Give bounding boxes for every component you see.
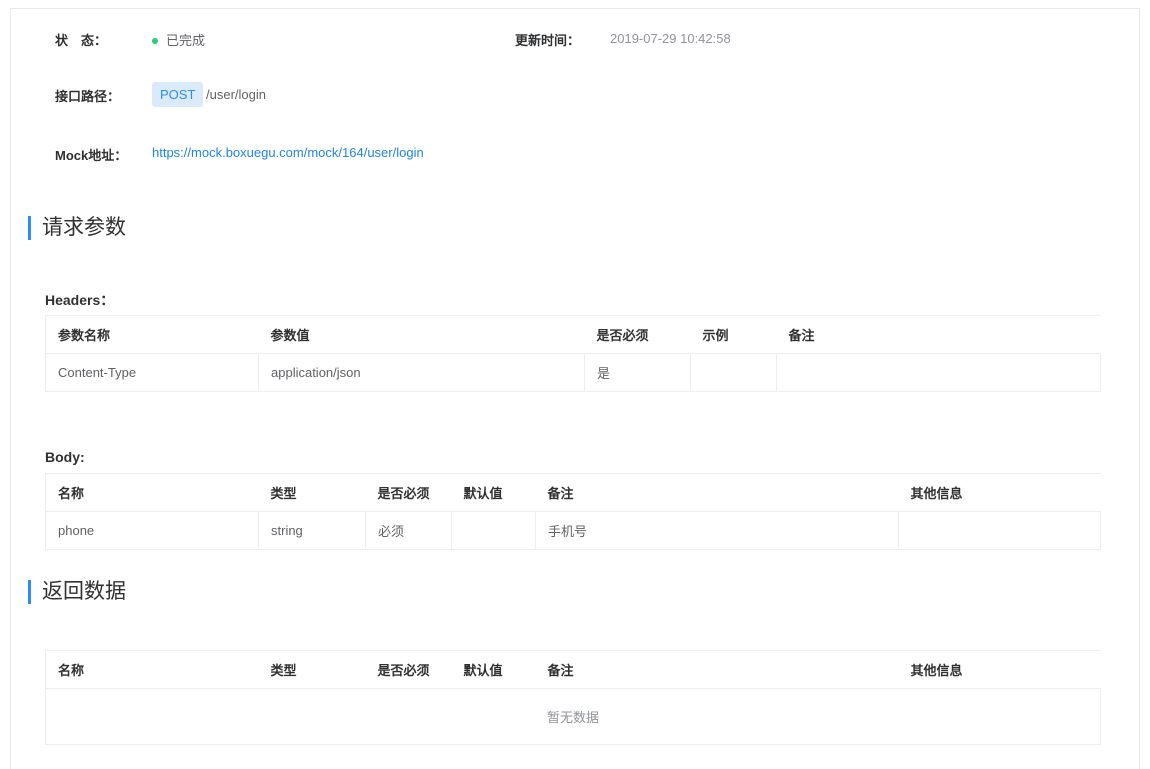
status-label: 状 态： — [55, 33, 108, 48]
table-cell — [690, 353, 777, 392]
table-header-row: 名称 类型 是否必须 默认值 备注 其他信息 — [45, 650, 1101, 689]
table-cell: 手机号 — [535, 511, 899, 550]
table-header-row: 参数名称 参数值 是否必须 示例 备注 — [45, 315, 1101, 354]
status-text: 已完成 — [166, 33, 206, 48]
table-cell: 必须 — [365, 511, 452, 550]
column-header: 备注 — [776, 315, 1101, 354]
table-cell — [898, 511, 1101, 550]
table-cell: application/json — [258, 353, 585, 392]
column-header: 类型 — [258, 473, 366, 512]
column-header: 名称 — [45, 473, 259, 512]
column-header: 类型 — [258, 650, 366, 689]
table-cell: string — [258, 511, 366, 550]
body-table: 名称 类型 是否必须 默认值 备注 其他信息 phone string 必须 手… — [45, 473, 1101, 550]
column-header: 示例 — [690, 315, 777, 354]
column-header: 其他信息 — [898, 473, 1101, 512]
status-dot-icon — [152, 37, 158, 44]
response-data-title: 返回数据 — [28, 580, 126, 604]
column-header: 参数值 — [258, 315, 585, 354]
mock-address-label: Mock地址： — [55, 148, 128, 163]
updated-time-label: 更新时间： — [515, 33, 581, 48]
table-header-row: 名称 类型 是否必须 默认值 备注 其他信息 — [45, 473, 1101, 512]
api-path-label: 接口路径： — [55, 89, 121, 104]
column-header: 是否必须 — [584, 315, 691, 354]
table-cell: 是 — [584, 353, 691, 392]
request-params-title: 请求参数 — [28, 216, 126, 240]
response-table: 名称 类型 是否必须 默认值 备注 其他信息 暂无数据 — [45, 650, 1101, 745]
column-header: 备注 — [535, 473, 899, 512]
table-row: Content-Type application/json 是 — [45, 353, 1101, 392]
column-header: 名称 — [45, 650, 259, 689]
empty-state-text: 暂无数据 — [45, 688, 1101, 745]
mock-url-link[interactable]: https://mock.boxuegu.com/mock/164/user/l… — [152, 145, 424, 160]
table-row: phone string 必须 手机号 — [45, 511, 1101, 550]
api-path-value: /user/login — [206, 87, 266, 102]
table-cell — [451, 511, 536, 550]
headers-table: 参数名称 参数值 是否必须 示例 备注 Content-Type applica… — [45, 315, 1101, 392]
column-header: 是否必须 — [365, 473, 452, 512]
column-header: 默认值 — [451, 473, 536, 512]
table-cell — [776, 353, 1101, 392]
table-cell: Content-Type — [45, 353, 259, 392]
column-header: 其他信息 — [898, 650, 1101, 689]
column-header: 是否必须 — [365, 650, 452, 689]
headers-title: Headers： — [45, 292, 115, 308]
status-value: 已完成 — [152, 30, 205, 49]
column-header: 参数名称 — [45, 315, 259, 354]
column-header: 备注 — [535, 650, 899, 689]
body-title: Body: — [45, 449, 85, 465]
column-header: 默认值 — [451, 650, 536, 689]
table-row: 暂无数据 — [45, 688, 1101, 745]
updated-time-value: 2019-07-29 10:42:58 — [610, 31, 731, 46]
http-method-badge: POST — [152, 82, 204, 107]
table-cell: phone — [45, 511, 259, 550]
